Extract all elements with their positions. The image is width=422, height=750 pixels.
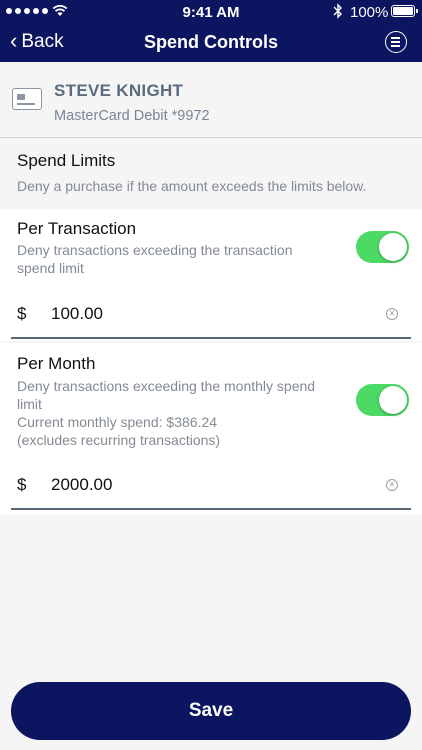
section-subtitle: Deny a purchase if the amount exceeds th… <box>17 178 367 194</box>
section-heading: Spend Limits <box>17 151 116 170</box>
battery-icon <box>391 5 418 17</box>
card-description: MasterCard Debit *9972 <box>54 108 210 124</box>
spend-limits-section: Spend Limits Deny a purchase if the amou… <box>0 139 422 209</box>
per-transaction-panel: Per Transaction Deny transactions exceed… <box>0 209 422 341</box>
status-bar: 9:41 AM 100% <box>0 0 422 24</box>
per-month-title: Per Month <box>17 354 96 373</box>
per-month-description: Deny transactions exceeding the monthly … <box>17 378 316 412</box>
per-month-panel: Per Month Deny transactions exceeding th… <box>0 343 422 515</box>
per-transaction-description: Deny transactions exceeding the transact… <box>17 242 293 276</box>
per-month-amount[interactable]: 2000.00 <box>51 475 112 495</box>
per-transaction-amount[interactable]: 100.00 <box>51 304 103 324</box>
per-month-amount-field[interactable]: $ 2000.00 ✕ <box>11 462 411 510</box>
cardholder-name: STEVE KNIGHT <box>54 81 184 100</box>
chevron-left-icon: ‹ <box>10 28 18 53</box>
back-label: Back <box>21 31 64 52</box>
menu-icon[interactable] <box>385 31 407 53</box>
per-transaction-amount-field[interactable]: $ 100.00 ✕ <box>11 291 411 339</box>
per-month-toggle[interactable] <box>356 384 409 416</box>
bluetooth-icon <box>333 3 342 19</box>
current-monthly-spend: Current monthly spend: $386.24 <box>17 414 218 430</box>
recurring-note: (excludes recurring transactions) <box>17 432 221 448</box>
card-header: STEVE KNIGHT MasterCard Debit *9972 <box>0 62 422 138</box>
navigation-bar: ‹ Back Spend Controls <box>0 24 422 62</box>
save-button[interactable]: Save <box>11 682 411 740</box>
back-button[interactable]: ‹ Back <box>10 28 64 53</box>
clear-icon[interactable]: ✕ <box>386 308 398 320</box>
credit-card-icon <box>12 88 42 110</box>
per-transaction-toggle[interactable] <box>356 231 409 263</box>
currency-symbol: $ <box>17 304 27 323</box>
battery-percentage: 100% <box>350 4 389 21</box>
clear-icon[interactable]: ✕ <box>386 479 398 491</box>
currency-symbol: $ <box>17 475 27 494</box>
per-transaction-title: Per Transaction <box>17 219 137 238</box>
